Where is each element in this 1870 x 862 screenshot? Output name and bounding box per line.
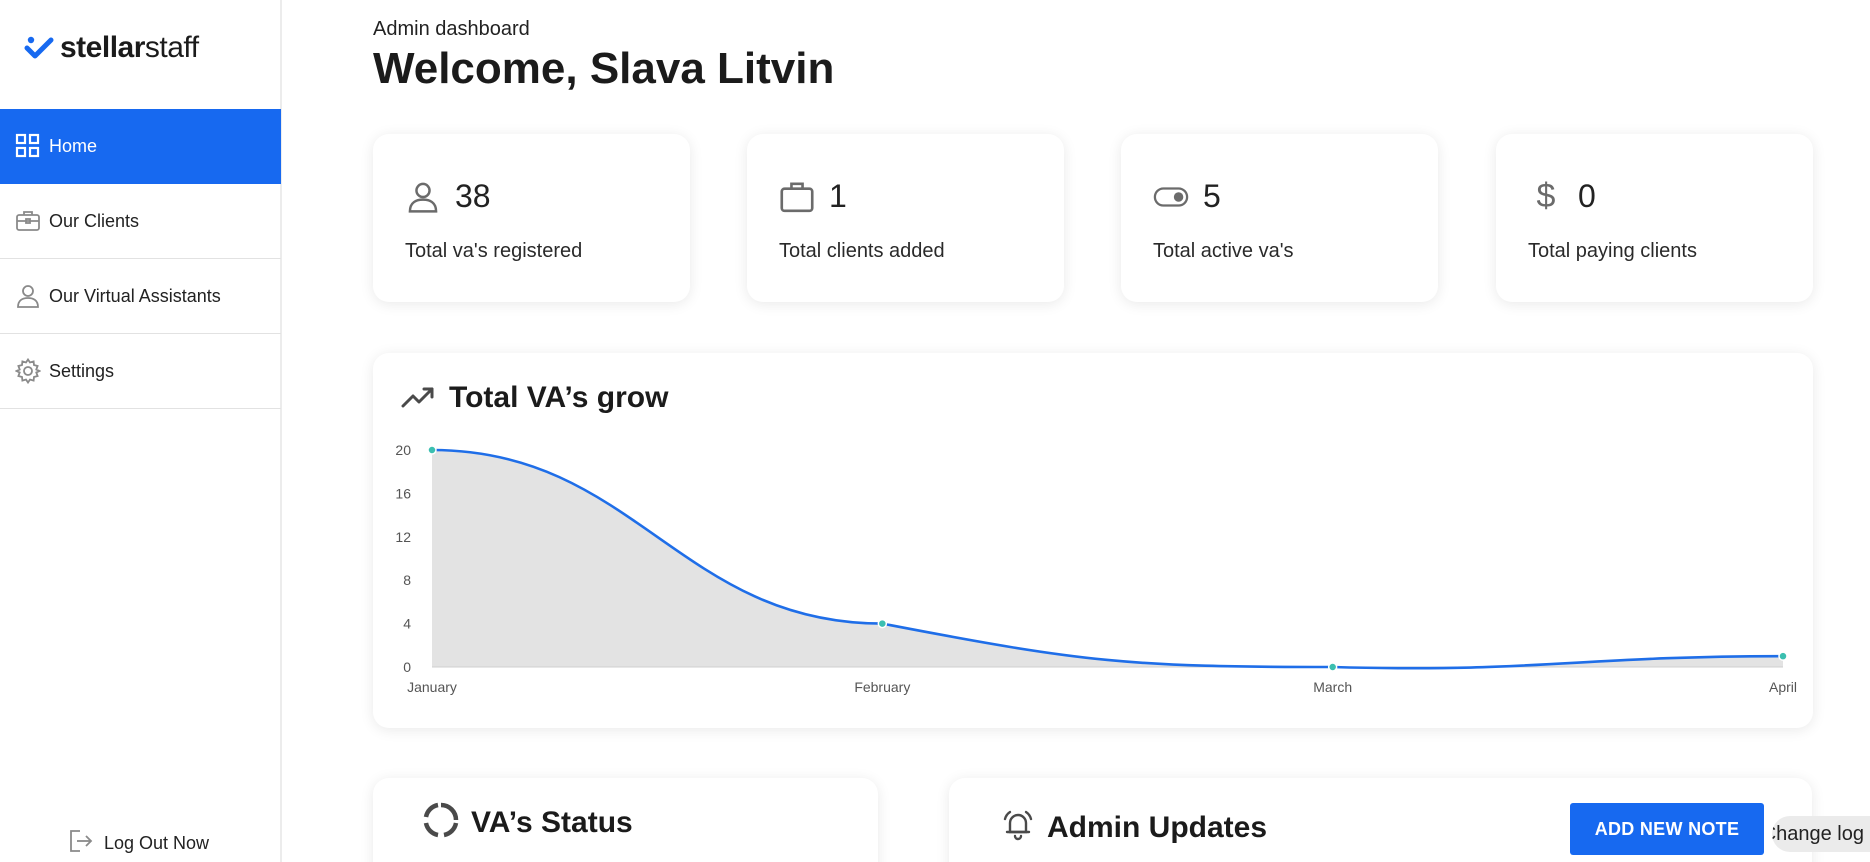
bell-icon (1001, 808, 1035, 847)
y-tick-label: 20 (395, 442, 411, 458)
chart-point-april (1778, 651, 1788, 661)
chart-area-fill (432, 450, 1783, 669)
sidebar-item-label: Settings (49, 360, 115, 381)
va-growth-card: Total VA’s grow 0 4 8 12 16 20 January February… (373, 353, 1813, 728)
stat-card-active-vas: 5 Total active va's (1121, 134, 1438, 302)
grid-icon (15, 133, 41, 159)
y-tick-label: 4 (403, 616, 411, 632)
logout-label: Log Out Now (104, 833, 210, 853)
y-tick-label: 8 (403, 572, 411, 588)
stat-label: Total clients added (779, 240, 945, 262)
page-title: Welcome, Slava Litvin (373, 44, 835, 93)
stat-label: Total paying clients (1528, 240, 1697, 262)
logout-icon (68, 828, 94, 859)
x-tick-label: April (1769, 679, 1797, 695)
dollar-icon: $ (1536, 177, 1556, 215)
change-log-button[interactable]: Change log (1772, 816, 1870, 852)
briefcase-icon (15, 208, 41, 234)
chart-point-march (1327, 662, 1338, 672)
gear-icon (15, 358, 41, 384)
stat-value: 5 (1203, 178, 1221, 214)
loading-circle-icon (423, 802, 459, 843)
x-tick-label: February (854, 679, 910, 695)
stat-card-paying-clients: $ 0 Total paying clients (1496, 134, 1813, 302)
stat-card-clients-added: 1 Total clients added (747, 134, 1064, 302)
y-tick-label: 0 (403, 659, 411, 675)
va-status-title: VA’s Status (471, 805, 633, 839)
stat-value: 38 (455, 178, 491, 214)
x-tick-label: January (407, 679, 457, 695)
briefcase-icon (779, 179, 815, 215)
stat-label: Total active va's (1153, 240, 1294, 262)
toggle-icon (1153, 179, 1189, 215)
sidebar-item-label: Home (49, 135, 98, 156)
stat-card-vas-registered: 38 Total va's registered (373, 134, 690, 302)
brand-logo[interactable]: stellarstaff (24, 28, 199, 68)
sidebar-item-settings[interactable]: Settings (0, 334, 281, 409)
add-new-note-button[interactable]: ADD NEW NOTE (1570, 803, 1764, 855)
sidebar-item-our-virtual-assistants[interactable]: Our Virtual Assistants (0, 259, 281, 334)
va-growth-chart: 0 4 8 12 16 20 January February March April (395, 442, 1797, 695)
stat-value: 1 (829, 178, 847, 214)
sidebar-nav: Home Our Clients Our Virtual Assistants (0, 109, 281, 409)
main-content: Admin dashboard Welcome, Slava Litvin 38… (282, 0, 1870, 862)
admin-updates-title: Admin Updates (1047, 810, 1268, 844)
y-tick-label: 16 (395, 485, 411, 501)
person-icon (405, 179, 441, 215)
change-log-label: Change log (1772, 822, 1864, 845)
page-subtitle: Admin dashboard (373, 18, 530, 40)
sidebar-item-label: Our Clients (49, 210, 140, 231)
y-tick-label: 12 (395, 529, 411, 545)
logo-check-icon (24, 36, 54, 59)
sidebar-item-our-clients[interactable]: Our Clients (0, 184, 281, 259)
chart-point-february (877, 618, 888, 629)
va-status-card: VA’s Status (373, 778, 878, 862)
brand-name: stellarstaff (60, 31, 199, 64)
sidebar: stellarstaff Home Our Clients Our Virtua… (0, 0, 282, 862)
sidebar-item-home[interactable]: Home (0, 109, 281, 184)
logout-button[interactable]: Log Out Now (68, 828, 209, 859)
person-icon (15, 283, 41, 309)
chart-point-january (427, 445, 437, 455)
x-tick-label: March (1313, 679, 1352, 695)
stat-value: 0 (1578, 178, 1596, 214)
stat-label: Total va's registered (405, 240, 583, 262)
sidebar-item-label: Our Virtual Assistants (49, 285, 221, 306)
